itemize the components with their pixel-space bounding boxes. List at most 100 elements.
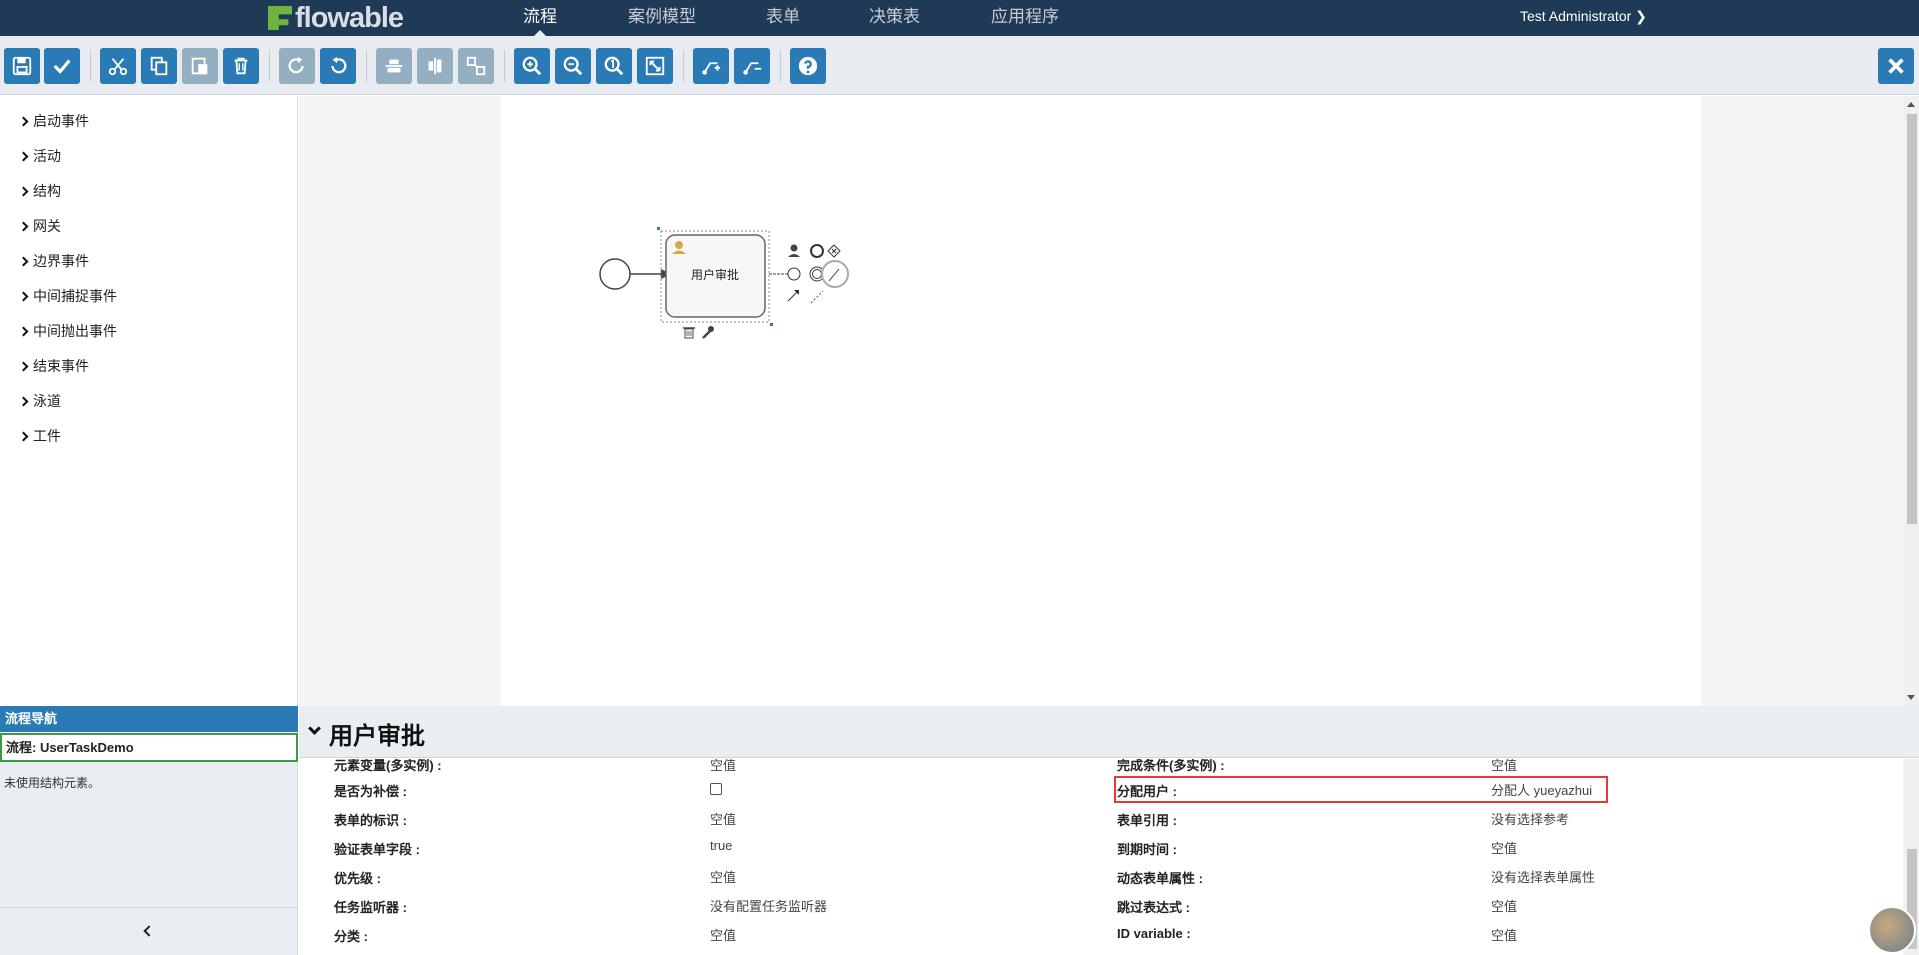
user-menu[interactable]: Test Administrator ❯ (1520, 0, 1647, 32)
zoom-fit-button[interactable] (637, 48, 673, 84)
paste-button[interactable] (182, 48, 218, 84)
delete-button[interactable] (223, 48, 259, 84)
chevron-right-icon (18, 116, 29, 126)
shape-palette: 启动事件 活动 结构 网关 边界事件 中间捕捉事件 中间抛出事件 结束事件 泳道… (0, 96, 298, 706)
save-icon (12, 56, 32, 76)
compensation-checkbox[interactable] (710, 783, 722, 795)
palette-group-boundary-events[interactable]: 边界事件 (18, 249, 89, 273)
logo-text: flowable (295, 2, 404, 34)
palette-group-gateways[interactable]: 网关 (18, 214, 61, 238)
align-vertical-icon (428, 57, 442, 75)
resize-handle[interactable] (770, 323, 773, 326)
save-button[interactable] (4, 48, 40, 84)
user-avatar[interactable] (1868, 906, 1916, 954)
nav-tab-label: 决策表 (869, 7, 920, 26)
palette-group-label: 活动 (33, 148, 61, 164)
nav-tab-case-model[interactable]: 案例模型 (628, 0, 696, 36)
align-horizontal-button[interactable] (376, 48, 412, 84)
flow-nav-process-item[interactable]: 流程: UserTaskDemo (0, 733, 298, 762)
prop-label-task-listeners: 任务监听器 : (334, 900, 407, 915)
prop-value-category[interactable]: 空值 (710, 925, 736, 944)
undo-button[interactable] (320, 48, 356, 84)
help-button[interactable] (790, 48, 826, 84)
prop-label-completion-condition: 完成条件(多实例) : (1117, 759, 1225, 773)
prop-value-form-properties[interactable]: 没有选择表单属性 (1491, 867, 1595, 886)
add-bendpoint-button[interactable] (693, 48, 729, 84)
palette-group-start-events[interactable]: 启动事件 (18, 109, 89, 133)
nav-tab-forms[interactable]: 表单 (766, 0, 800, 36)
prop-value-form-key[interactable]: 空值 (710, 809, 736, 828)
prop-value-id-variable[interactable]: 空值 (1491, 925, 1517, 944)
sequence-flow[interactable] (630, 269, 671, 279)
chevron-right-icon (18, 396, 29, 406)
start-event[interactable] (599, 258, 631, 290)
properties-body: 元素变量(多实例) : 空值 是否为补偿 : 表单的标识 : 空值 验证表单字段… (299, 759, 1919, 955)
copy-icon (150, 56, 168, 76)
palette-group-intermediate-catch-events[interactable]: 中间捕捉事件 (18, 284, 117, 308)
quick-menu-gateway-icon[interactable] (827, 244, 841, 258)
same-size-button[interactable] (458, 48, 494, 84)
zoom-in-button[interactable] (514, 48, 550, 84)
prop-value-form-reference[interactable]: 没有选择参考 (1491, 809, 1569, 828)
palette-group-intermediate-throw-events[interactable]: 中间抛出事件 (18, 319, 117, 343)
user-name: Test Administrator ❯ (1520, 8, 1647, 24)
prop-value-due-date[interactable]: 空值 (1491, 838, 1517, 857)
prop-value-validate-form-fields[interactable]: true (710, 838, 732, 853)
validate-button[interactable] (44, 48, 80, 84)
prop-label-validate-form-fields: 验证表单字段 : (334, 842, 420, 857)
quick-menu-timer-event-icon[interactable] (787, 267, 801, 281)
quick-menu-connector-icon[interactable] (787, 290, 799, 302)
zoom-actual-button[interactable] (596, 48, 632, 84)
prop-value-skip-expression[interactable]: 空值 (1491, 896, 1517, 915)
align-vertical-button[interactable] (417, 48, 453, 84)
nav-tab-decision-tables[interactable]: 决策表 (869, 0, 920, 36)
prop-label-priority: 优先级 : (334, 871, 381, 886)
close-editor-button[interactable] (1878, 48, 1914, 84)
resize-handle[interactable] (657, 227, 660, 230)
canvas-vertical-scrollbar[interactable] (1903, 96, 1919, 706)
nav-tab-label: 流程 (523, 7, 557, 26)
scroll-down-icon[interactable] (1907, 695, 1915, 700)
properties-header[interactable]: 用户审批 (299, 706, 1919, 758)
palette-group-end-events[interactable]: 结束事件 (18, 354, 89, 378)
prop-value-priority[interactable]: 空值 (710, 867, 736, 886)
toolbar-divider (269, 50, 270, 82)
copy-button[interactable] (141, 48, 177, 84)
palette-group-structural[interactable]: 结构 (18, 179, 61, 203)
prop-label-skip-expression: 跳过表达式 : (1117, 900, 1190, 915)
quick-menu-user-task-icon[interactable] (788, 244, 800, 258)
cut-button[interactable] (100, 48, 136, 84)
prop-value-task-listeners[interactable]: 没有配置任务监听器 (710, 896, 827, 915)
collapse-panel-icon[interactable] (143, 925, 155, 937)
zoom-fit-icon (645, 56, 665, 76)
diagram-canvas[interactable]: 用户审批 (501, 96, 1701, 706)
palette-group-swimlanes[interactable]: 泳道 (18, 389, 61, 413)
scroll-up-icon[interactable] (1907, 102, 1915, 107)
user-task-label: 用户审批 (691, 267, 739, 282)
chevron-down-icon[interactable] (308, 722, 321, 735)
prop-label-form-key: 表单的标识 : (334, 813, 407, 828)
redo-button[interactable] (279, 48, 315, 84)
quick-menu-end-event-icon[interactable] (810, 244, 824, 258)
chevron-right-icon (18, 186, 29, 196)
quick-menu-wrench-icon[interactable] (702, 326, 714, 339)
scrollbar-thumb[interactable] (1907, 114, 1917, 524)
quick-menu-delete-icon[interactable] (683, 327, 695, 339)
nav-tab-apps[interactable]: 应用程序 (991, 0, 1059, 36)
palette-group-artifacts[interactable]: 工件 (18, 424, 61, 448)
prop-value-completion-condition[interactable]: 空值 (1491, 759, 1517, 774)
flowable-logo[interactable]: flowable (268, 2, 404, 34)
quick-menu-association-icon[interactable] (810, 290, 824, 304)
chevron-right-icon (18, 221, 29, 231)
zoom-out-icon (563, 56, 583, 76)
palette-group-activities[interactable]: 活动 (18, 144, 61, 168)
same-size-icon (466, 56, 486, 76)
zoom-out-button[interactable] (555, 48, 591, 84)
palette-group-label: 网关 (33, 218, 61, 234)
flowable-logo-icon (268, 6, 292, 30)
remove-bendpoint-button[interactable] (734, 48, 770, 84)
properties-title: 用户审批 (329, 723, 425, 750)
nav-tab-process[interactable]: 流程 (523, 0, 557, 36)
prop-label-compensation: 是否为补偿 : (334, 784, 407, 799)
prop-value-element-variable[interactable]: 空值 (710, 759, 736, 774)
